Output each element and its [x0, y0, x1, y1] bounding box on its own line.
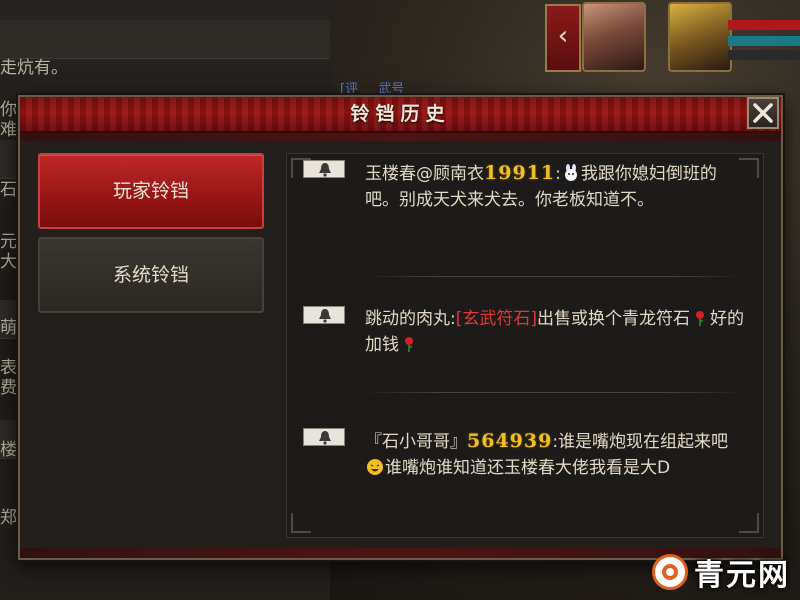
message-text: 『石小哥哥』564939:谁是嘴炮现在组起来吧谁嘴炮谁知道还玉楼春大佬我看是大D: [365, 428, 745, 481]
health-bar: [728, 20, 800, 30]
bg-chat-text: 表: [0, 358, 17, 378]
rose-emoji-icon: [405, 337, 413, 352]
panel-corner-ornament: [291, 513, 311, 533]
site-watermark: 青元网: [652, 554, 790, 593]
bg-chat-text: 走炕有。: [0, 58, 68, 78]
bell-history-dialog: 铃铛历史 玩家铃铛 系统铃铛 玉楼春@顾南衣19911: 我跟你媳妇倒班的吧。别…: [18, 95, 783, 560]
bell-icon: [303, 160, 345, 178]
dialog-title: 铃铛历史: [350, 103, 451, 125]
message-divider: [365, 276, 745, 277]
tab-list: 玩家铃铛 系统铃铛: [38, 153, 268, 321]
item-link[interactable]: [玄武符石]: [456, 309, 537, 329]
rose-emoji-icon: [696, 311, 704, 326]
panel-corner-ornament: [739, 513, 759, 533]
player-portrait-avatar[interactable]: [582, 2, 646, 72]
target-portrait-avatar[interactable]: [668, 2, 732, 72]
close-button[interactable]: [747, 97, 779, 129]
message-body: 谁嘴炮谁知道还玉楼春大佬我看是大D: [385, 458, 671, 478]
bg-chat-text: 郑: [0, 508, 17, 528]
bg-chat-text: 你: [0, 100, 17, 120]
close-icon: [753, 103, 773, 123]
player-number: 19911: [484, 162, 556, 184]
bg-chat-text: 石: [0, 180, 17, 200]
dialog-title-bar: 铃铛历史: [20, 97, 781, 133]
message-sender[interactable]: 『石小哥哥』: [365, 432, 467, 452]
bg-chat-text: 楼: [0, 440, 17, 460]
laughing-emoji-icon: [367, 459, 383, 475]
energy-bar: [728, 50, 800, 60]
message-separator: :: [555, 164, 561, 184]
tab-player-bells[interactable]: 玩家铃铛: [38, 153, 264, 229]
tab-system-bells[interactable]: 系统铃铛: [38, 237, 264, 313]
player-number: 564939: [467, 430, 553, 452]
message-body: 出售或换个青龙符石: [537, 309, 690, 329]
bg-chat-text: 萌: [0, 318, 17, 338]
chat-row-strip: [0, 20, 330, 59]
bell-icon: [303, 428, 345, 446]
rabbit-emoji-icon: [564, 164, 577, 181]
bg-chat-text: 大: [0, 252, 17, 272]
message-body: 谁是嘴炮现在组起来吧: [558, 432, 729, 452]
message-text: 玉楼春@顾南衣19911: 我跟你媳妇倒班的吧。别成天犬来犬去。你老板知道不。: [365, 160, 745, 213]
watermark-text: 青元网: [694, 558, 790, 593]
bg-chat-text: 难: [0, 120, 17, 140]
bell-message-list[interactable]: 玉楼春@顾南衣19911: 我跟你媳妇倒班的吧。别成天犬来犬去。你老板知道不。 跳…: [286, 153, 764, 538]
message-sender[interactable]: 跳动的肉丸: [365, 309, 450, 329]
watermark-logo-icon: [652, 554, 688, 590]
message-divider: [365, 392, 745, 393]
ornament-divider: [20, 133, 781, 141]
mana-bar: [728, 36, 800, 46]
bg-chat-text: 元: [0, 232, 17, 252]
message-sender[interactable]: 玉楼春@顾南衣: [365, 164, 484, 184]
collapse-chevron-icon[interactable]: ‹: [545, 4, 581, 72]
message-text: 跳动的肉丸:[玄武符石]出售或换个青龙符石 好的加钱: [365, 306, 745, 358]
bell-icon: [303, 306, 345, 324]
bg-chat-text: 费: [0, 378, 17, 398]
